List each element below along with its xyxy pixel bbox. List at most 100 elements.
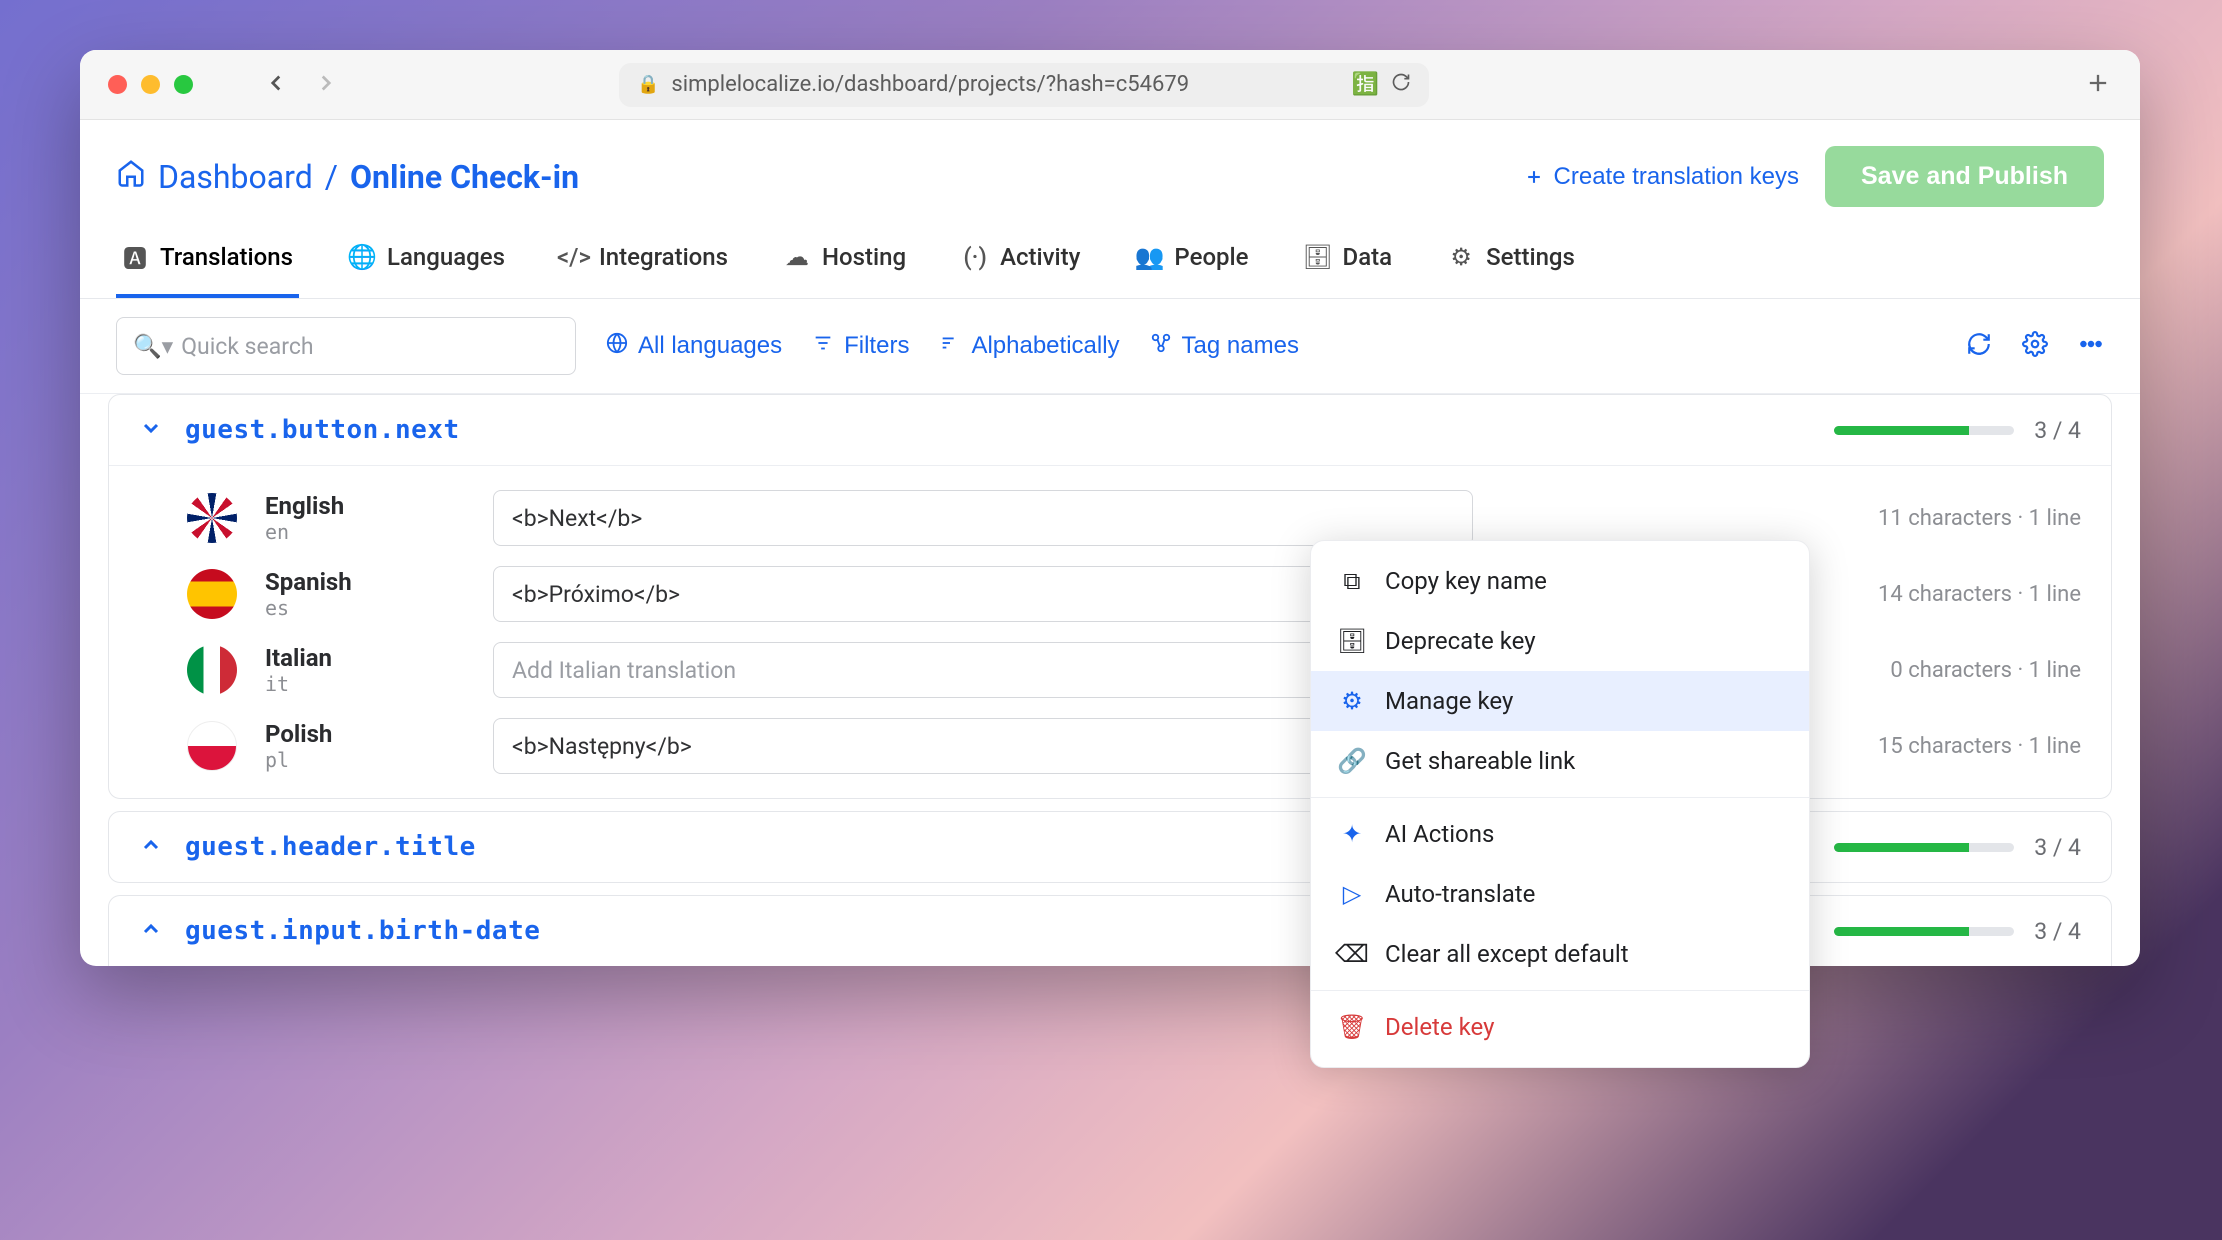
tab-activity[interactable]: (·)Activity <box>956 225 1086 298</box>
key-name: guest.button.next <box>185 415 460 445</box>
tab-data[interactable]: 🗄Data <box>1299 225 1399 298</box>
key-name: guest.header.title <box>185 832 476 862</box>
browser-window: 🔒 simplelocalize.io/dashboard/projects/?… <box>80 50 2140 966</box>
url-bar[interactable]: 🔒 simplelocalize.io/dashboard/projects/?… <box>619 63 1429 107</box>
menu-ai-actions[interactable]: ✦AI Actions <box>1311 804 1809 864</box>
lock-icon: 🔒 <box>637 74 659 95</box>
translation-meta: 11 characters · 1 line <box>1878 506 2081 531</box>
save-and-publish-button[interactable]: Save and Publish <box>1825 146 2104 207</box>
search-input[interactable]: 🔍▾ Quick search <box>116 317 576 375</box>
tab-settings[interactable]: ⚙Settings <box>1442 225 1581 298</box>
menu-delete-key[interactable]: 🗑Delete key <box>1311 997 1809 1057</box>
archive-icon: 🗄 <box>1339 627 1365 655</box>
progress-bar <box>1834 426 2014 435</box>
flag-icon <box>187 569 237 619</box>
breadcrumb-project[interactable]: Online Check-in <box>350 158 579 196</box>
tab-people[interactable]: 👥People <box>1130 225 1254 298</box>
menu-manage-key[interactable]: ⚙Manage key <box>1311 671 1809 731</box>
language-label: Polishpl <box>265 720 465 772</box>
gear-icon: ⚙ <box>1339 687 1365 715</box>
key-row: guest.header.title 3 / 4 <box>108 811 2112 883</box>
menu-separator <box>1311 990 1809 991</box>
sparkle-icon: ✦ <box>1339 820 1365 848</box>
chevron-down-icon <box>139 416 163 444</box>
tab-languages[interactable]: 🌐Languages <box>343 225 511 298</box>
more-icon[interactable] <box>2078 331 2104 361</box>
cloud-icon: ☁ <box>784 243 810 271</box>
flag-icon <box>187 493 237 543</box>
sort-icon <box>939 332 961 361</box>
flag-icon <box>187 721 237 771</box>
close-window-button[interactable] <box>108 75 127 94</box>
menu-deprecate-key[interactable]: 🗄Deprecate key <box>1311 611 1809 671</box>
key-header[interactable]: guest.input.birth-date 3 / 4 <box>109 896 2111 966</box>
breadcrumb-sep: / <box>325 158 338 196</box>
database-icon: 🗄 <box>1305 243 1331 271</box>
reload-icon[interactable] <box>1391 72 1411 98</box>
flag-icon <box>187 645 237 695</box>
key-header[interactable]: guest.button.next 3 / 4 <box>109 395 2111 465</box>
sort-button[interactable]: Alphabetically <box>939 332 1119 361</box>
page-header: Dashboard / Online Check-in Create trans… <box>80 120 2140 207</box>
home-icon[interactable] <box>116 158 146 196</box>
key-row: guest.button.next 3 / 4 Englishen <b>Nex… <box>108 394 2112 799</box>
refresh-icon[interactable] <box>1966 331 1992 361</box>
key-name: guest.input.birth-date <box>185 916 540 946</box>
create-translation-keys-button[interactable]: Create translation keys <box>1524 163 1799 191</box>
settings-icon[interactable] <box>2022 331 2048 361</box>
progress-bar <box>1834 843 2014 852</box>
maximize-window-button[interactable] <box>174 75 193 94</box>
menu-get-shareable-link[interactable]: 🔗Get shareable link <box>1311 731 1809 791</box>
translations-icon: 🅰 <box>122 239 148 274</box>
progress-label: 3 / 4 <box>2034 417 2081 444</box>
new-tab-button[interactable] <box>2084 69 2112 101</box>
menu-separator <box>1311 797 1809 798</box>
key-context-menu: ⧉Copy key name 🗄Deprecate key ⚙Manage ke… <box>1310 540 1810 1068</box>
nav-arrows <box>263 70 339 100</box>
key-header[interactable]: guest.header.title 3 / 4 <box>109 812 2111 882</box>
translation-meta: 15 characters · 1 line <box>1878 734 2081 759</box>
forward-button[interactable] <box>313 70 339 100</box>
main-tabs: 🅰Translations 🌐Languages </>Integrations… <box>80 207 2140 299</box>
language-label: Spanishes <box>265 568 465 620</box>
globe-icon: 🌐 <box>349 243 375 271</box>
traffic-lights <box>108 75 193 94</box>
menu-clear-all[interactable]: ⌫Clear all except default <box>1311 924 1809 984</box>
clear-icon: ⌫ <box>1339 940 1365 968</box>
back-button[interactable] <box>263 70 289 100</box>
translate-icon[interactable]: 🈯 <box>1352 72 1379 97</box>
toolbar: 🔍▾ Quick search All languages Filters Al… <box>80 299 2140 394</box>
minimize-window-button[interactable] <box>141 75 160 94</box>
tag-icon <box>1150 332 1172 361</box>
filters-button[interactable]: Filters <box>812 332 909 361</box>
tab-integrations[interactable]: </>Integrations <box>555 225 734 298</box>
tab-hosting[interactable]: ☁Hosting <box>778 225 912 298</box>
translation-row: Englishen <b>Next</b> 11 characters · 1 … <box>109 480 2111 556</box>
all-languages-filter[interactable]: All languages <box>606 332 782 361</box>
menu-auto-translate[interactable]: ▷Auto-translate <box>1311 864 1809 924</box>
browser-titlebar: 🔒 simplelocalize.io/dashboard/projects/?… <box>80 50 2140 120</box>
gear-icon: ⚙ <box>1448 243 1474 271</box>
translation-row: Italianit Add Italian translation 0 char… <box>109 632 2111 708</box>
chevron-up-icon <box>139 833 163 861</box>
key-row: guest.input.birth-date 3 / 4 <box>108 895 2112 966</box>
progress-label: 3 / 4 <box>2034 918 2081 945</box>
menu-copy-key-name[interactable]: ⧉Copy key name <box>1311 551 1809 611</box>
tags-button[interactable]: Tag names <box>1150 332 1299 361</box>
breadcrumb-root[interactable]: Dashboard <box>158 158 313 196</box>
translation-rows: Englishen <b>Next</b> 11 characters · 1 … <box>109 465 2111 798</box>
translation-meta: 14 characters · 1 line <box>1878 582 2081 607</box>
language-label: Italianit <box>265 644 465 696</box>
play-icon: ▷ <box>1339 880 1365 908</box>
chevron-up-icon <box>139 917 163 945</box>
tab-translations[interactable]: 🅰Translations <box>116 225 299 298</box>
progress-bar <box>1834 927 2014 936</box>
globe-icon <box>606 332 628 361</box>
progress-label: 3 / 4 <box>2034 834 2081 861</box>
filter-icon <box>812 332 834 361</box>
translation-input[interactable]: <b>Next</b> <box>493 490 1473 546</box>
language-label: Englishen <box>265 492 465 544</box>
people-icon: 👥 <box>1136 243 1162 271</box>
search-icon: 🔍▾ <box>133 333 173 360</box>
translation-row: Polishpl <b>Następny</b> 15 characters ·… <box>109 708 2111 784</box>
